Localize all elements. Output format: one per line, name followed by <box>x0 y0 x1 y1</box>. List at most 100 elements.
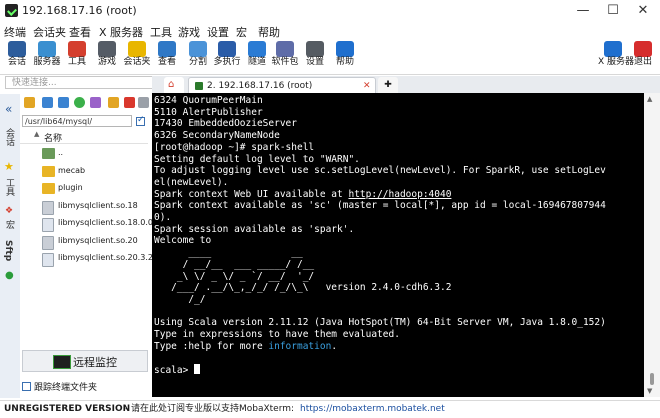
menu-bar: 终端 会话夹 查看 X 服务器 工具 游戏 设置宏帮助 <box>0 22 660 40</box>
vtab-tools[interactable]: 工具 <box>3 178 16 196</box>
new-tab-button[interactable]: ✚ <box>378 77 398 93</box>
properties-icon[interactable] <box>138 97 149 108</box>
path-input[interactable]: /usr/lib64/mysql/ <box>22 115 132 127</box>
file-row[interactable]: libmysqlclient.so.18.0.0 <box>20 215 153 232</box>
file-icon <box>42 253 54 267</box>
close-tab-icon[interactable]: ✕ <box>363 78 371 94</box>
file-row[interactable]: libmysqlclient.so.20.3.2 <box>20 250 153 267</box>
plus-icon: ✚ <box>384 80 392 90</box>
close-button[interactable]: ✕ <box>628 0 658 22</box>
file-row[interactable]: libmysqlclient.so.20 <box>20 233 148 250</box>
new-folder-icon[interactable] <box>108 97 119 108</box>
toolbar-right-button-1[interactable]: 退出 <box>628 41 658 73</box>
toolbar-9-label: 软件包 <box>271 57 299 67</box>
toolbar-button-2[interactable]: 工具 <box>62 41 92 73</box>
file-icon <box>42 218 54 232</box>
toolbar-button-5[interactable]: 查看 <box>152 41 182 73</box>
menu-item-1[interactable]: 会话夹 <box>33 24 66 40</box>
mobaxterm-link[interactable]: https://mobaxterm.mobatek.net <box>300 401 445 417</box>
terminal-line: scala> <box>154 364 201 377</box>
column-name[interactable]: 名称 <box>44 131 62 144</box>
download-icon[interactable] <box>42 97 53 108</box>
toolbar-button-11[interactable]: 帮助 <box>330 41 360 73</box>
star-icon: ★ <box>4 160 14 173</box>
follow-path-checkbox[interactable] <box>136 115 145 126</box>
vtab-sessions[interactable]: 会话 <box>3 128 16 146</box>
vtab-macros[interactable]: 宏 <box>3 220 16 229</box>
collapse-arrow-icon[interactable]: « <box>5 102 12 116</box>
home-icon: ⌂ <box>168 79 175 90</box>
terminal-line: / __/__ ___ _____/ /__ <box>154 258 315 270</box>
scroll-up-icon[interactable]: ▲ <box>647 95 652 103</box>
maximize-button[interactable]: ☐ <box>598 0 628 22</box>
remote-monitor-button[interactable]: 远程监控 <box>22 350 148 372</box>
toolbar-right-1-icon <box>634 41 652 57</box>
folder-up-icon[interactable] <box>24 97 35 108</box>
upload-icon[interactable] <box>58 97 69 108</box>
toolbar-7-icon <box>218 41 236 57</box>
minimize-button[interactable]: — <box>568 0 598 22</box>
title-bar: 192.168.17.16 (root) — ☐ ✕ <box>0 0 660 22</box>
follow-terminal-folder-label: 跟踪终端文件夹 <box>34 383 98 393</box>
toolbar-button-6[interactable]: 分割 <box>183 41 213 73</box>
follow-terminal-folder-checkbox[interactable] <box>22 382 31 391</box>
sort-up-icon: ▲ <box>34 130 40 138</box>
menu-item-7[interactable]: 宏 <box>236 24 247 40</box>
home-tab[interactable]: ⌂ <box>164 77 184 93</box>
refresh-icon[interactable] <box>74 97 85 108</box>
toolbar-0-icon <box>8 41 26 57</box>
file-list-header: ▲ 名称 <box>20 130 148 144</box>
file-row[interactable]: .. <box>20 145 148 162</box>
terminal-line: 0). <box>154 212 172 223</box>
menu-item-5[interactable]: 游戏 <box>178 24 200 40</box>
toolbar-10-icon <box>306 41 324 57</box>
toolbar-9-icon <box>276 41 294 57</box>
tools-icon: ❖ <box>5 206 14 216</box>
menu-item-8[interactable]: 帮助 <box>258 24 280 40</box>
toolbar-button-3[interactable]: 游戏 <box>92 41 122 73</box>
toolbar-right-button-0[interactable]: X 服务器 <box>598 41 634 73</box>
menu-item-2[interactable]: 查看 <box>69 24 91 40</box>
toolbar-button-10[interactable]: 设置 <box>300 41 330 73</box>
toolbar-button-4[interactable]: 会话夹 <box>122 41 152 73</box>
terminal[interactable]: 6324 QuorumPeerMain 5110 AlertPublisher 17… <box>152 93 644 397</box>
menu-item-3[interactable]: X 服务器 <box>99 24 143 40</box>
toolbar-right-0-icon <box>604 41 622 57</box>
scrollbar-thumb[interactable] <box>650 373 654 385</box>
toolbar-button-8[interactable]: 隧道 <box>242 41 272 73</box>
menu-item-4[interactable]: 工具 <box>150 24 172 40</box>
folder-icon <box>42 165 55 177</box>
terminal-scrollbar[interactable]: ▲ ▼ <box>644 93 660 397</box>
quick-connect-input[interactable]: 快速连接... <box>5 76 153 89</box>
toolbar-button-0[interactable]: 会话 <box>2 41 32 73</box>
file-name: libmysqlclient.so.18 <box>58 200 138 210</box>
toolbar-3-label: 游戏 <box>97 57 116 67</box>
toolbar-button-7[interactable]: 多执行 <box>212 41 242 73</box>
terminal-line: 6324 QuorumPeerMain <box>154 95 263 106</box>
vertical-tabs: « 会话 ★ 工具 ❖ 宏 Sftp ● <box>0 94 21 398</box>
vtab-sftp[interactable]: Sftp <box>3 240 13 261</box>
file-row[interactable]: plugin <box>20 180 148 197</box>
toolbar-button-9[interactable]: 软件包 <box>270 41 300 73</box>
terminal-line: Type :help for more information. <box>154 340 338 352</box>
file-row[interactable]: mecab <box>20 163 148 180</box>
toolbar-2-label: 工具 <box>67 57 86 67</box>
file-row[interactable]: libmysqlclient.so.18 <box>20 198 148 215</box>
toolbar-6-label: 分割 <box>188 57 207 67</box>
toolbar-4-icon <box>128 41 146 57</box>
app-icon <box>5 4 18 17</box>
new-file-icon[interactable] <box>90 97 101 108</box>
menu-item-6[interactable]: 设置 <box>207 24 229 40</box>
monitor-icon <box>53 355 71 369</box>
terminal-line: 17430 EmbeddedOozieServer <box>154 118 297 130</box>
terminal-line: 6326 SecondaryNameNode <box>154 130 280 142</box>
terminal-line: el(newLevel). <box>154 176 229 188</box>
toolbar-button-1[interactable]: 服务器 <box>32 41 62 73</box>
scroll-down-icon[interactable]: ▼ <box>647 387 652 395</box>
menu-item-0[interactable]: 终端 <box>4 24 26 40</box>
terminal-line: To adjust logging level use sc.setLogLev… <box>154 165 606 177</box>
file-name: plugin <box>58 183 83 192</box>
remote-monitor-label: 远程监控 <box>73 356 117 369</box>
toolbar-4-label: 会话夹 <box>123 57 151 67</box>
delete-icon[interactable] <box>124 97 135 108</box>
